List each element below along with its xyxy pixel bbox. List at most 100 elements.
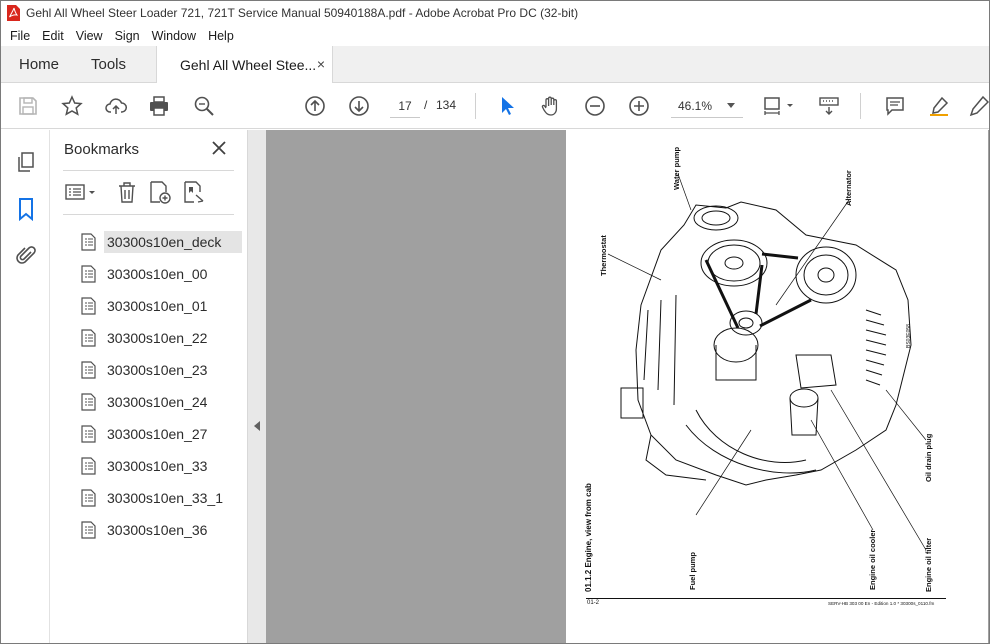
bookmark-item[interactable]: 30300s10en_27 <box>78 418 244 450</box>
bookmarks-panel-icon[interactable] <box>14 197 38 222</box>
bookmark-item[interactable]: 30300s10en_33 <box>78 450 244 482</box>
bookmark-page-icon <box>81 425 96 443</box>
divider <box>63 214 234 215</box>
main-toolbar: 17 / 134 46.1% <box>1 83 989 129</box>
label-fuel-pump: Fuel pump <box>688 552 697 590</box>
label-oil-drain-plug: Oil drain plug <box>924 433 933 482</box>
tab-tools[interactable]: Tools <box>91 46 126 83</box>
toolbar-divider-2 <box>860 93 861 119</box>
label-engine-oil-cooler: Engine oil cooler <box>868 529 877 590</box>
bookmark-label: 30300s10en_00 <box>107 266 208 282</box>
page-number-input[interactable]: 17 <box>390 94 420 118</box>
bookmark-page-icon <box>81 489 96 507</box>
select-cursor-icon[interactable] <box>495 94 519 118</box>
menu-help[interactable]: Help <box>202 29 240 43</box>
tab-home[interactable]: Home <box>19 46 59 83</box>
zoom-out-icon[interactable] <box>583 94 607 118</box>
bookmark-item[interactable]: 30300s10en_00 <box>78 258 244 290</box>
menu-file[interactable]: File <box>4 29 36 43</box>
comment-icon[interactable] <box>883 94 907 118</box>
label-alternator: Alternator <box>844 170 853 206</box>
left-icon-rail <box>1 130 50 643</box>
delete-bookmark-icon[interactable] <box>114 180 140 204</box>
chevron-down-icon <box>727 103 735 108</box>
collapse-pane-arrow-icon[interactable] <box>254 421 260 431</box>
label-thermostat: Thermostat <box>599 235 608 276</box>
document-viewport[interactable]: Water pump Alternator Thermostat BS03E05… <box>266 130 989 643</box>
toolbar-divider <box>475 93 476 119</box>
menu-window[interactable]: Window <box>146 29 202 43</box>
menu-view[interactable]: View <box>70 29 109 43</box>
bookmark-item[interactable]: 30300s10en_24 <box>78 386 244 418</box>
new-bookmark-icon[interactable] <box>147 180 173 204</box>
bookmark-page-icon <box>81 361 96 379</box>
bookmark-label: 30300s10en_24 <box>107 394 208 410</box>
bookmark-item[interactable]: 30300s10en_22 <box>78 322 244 354</box>
acrobat-logo-icon <box>6 5 20 21</box>
footer-rule <box>586 598 946 599</box>
bookmark-page-icon <box>81 393 96 411</box>
bookmark-options-icon[interactable] <box>64 180 98 204</box>
hand-tool-icon[interactable] <box>539 94 563 118</box>
save-icon[interactable] <box>16 94 40 118</box>
bookmark-search-icon[interactable] <box>181 180 207 204</box>
attachments-paperclip-icon[interactable] <box>14 244 38 268</box>
bookmark-label: 30300s10en_deck <box>104 231 242 253</box>
page-fit-icon[interactable] <box>761 94 797 118</box>
menu-bar: File Edit View Sign Window Help <box>1 25 989 46</box>
acrobat-window: Gehl All Wheel Steer Loader 721, 721T Se… <box>0 0 990 644</box>
bookmark-page-icon <box>81 297 96 315</box>
bookmark-star-icon[interactable] <box>60 94 84 118</box>
previous-page-icon[interactable] <box>303 94 327 118</box>
zoom-in-icon[interactable] <box>627 94 651 118</box>
upload-cloud-icon[interactable] <box>104 94 128 118</box>
bookmark-label: 30300s10en_33 <box>107 458 208 474</box>
bookmark-page-icon <box>81 265 96 283</box>
title-bar: Gehl All Wheel Steer Loader 721, 721T Se… <box>1 1 989 25</box>
print-icon[interactable] <box>147 94 171 118</box>
close-tab-icon[interactable]: × <box>317 56 325 72</box>
scrolling-mode-icon[interactable] <box>817 94 841 118</box>
figure-caption: 01.1.2 Engine, view from cab <box>584 483 593 592</box>
bookmark-item[interactable]: 30300s10en_01 <box>78 290 244 322</box>
tab-bar: Home Tools Gehl All Wheel Stee... × <box>1 46 989 84</box>
bookmark-item[interactable]: 30300s10en_33_1 <box>78 482 244 514</box>
divider <box>63 170 234 171</box>
menu-edit[interactable]: Edit <box>36 29 70 43</box>
bookmarks-list: 30300s10en_deck 30300s10en_00 30300s10en… <box>78 226 244 546</box>
total-pages: 134 <box>436 98 457 112</box>
bookmark-item[interactable]: 30300s10en_36 <box>78 514 244 546</box>
bookmark-page-icon <box>81 457 96 475</box>
label-side-code: BS03E058 <box>906 324 912 348</box>
menu-sign[interactable]: Sign <box>109 29 146 43</box>
tab-document[interactable]: Gehl All Wheel Stee... × <box>156 46 333 84</box>
label-engine-oil-filter: Engine oil filter <box>924 537 933 592</box>
zoom-level-select[interactable]: 46.1% <box>671 94 743 118</box>
pane-splitter[interactable] <box>247 130 266 643</box>
bookmark-label: 30300s10en_22 <box>107 330 208 346</box>
bookmark-item[interactable]: 30300s10en_deck <box>78 226 244 258</box>
label-water-pump: Water pump <box>672 146 681 190</box>
pages-thumbnails-icon[interactable] <box>14 150 38 174</box>
bookmarks-pane: Bookmarks 30300s10en_deck 30300s10en_00 … <box>50 130 247 643</box>
bookmarks-title: Bookmarks <box>64 141 140 158</box>
bookmark-page-icon <box>81 233 96 251</box>
page-separator: / <box>424 98 428 112</box>
bookmark-label: 30300s10en_33_1 <box>107 490 224 506</box>
page-footer-reference: SERV-HB 303 00 En - Edition 1.0 * 30300s… <box>828 601 935 606</box>
bookmark-page-icon <box>81 521 96 539</box>
highlight-pen-icon[interactable] <box>927 94 951 118</box>
bookmark-label: 30300s10en_27 <box>107 426 208 442</box>
zoom-level-value: 46.1% <box>678 98 713 113</box>
pdf-page: Water pump Alternator Thermostat BS03E05… <box>566 130 988 643</box>
draw-pencil-icon[interactable] <box>967 94 989 118</box>
zoom-search-icon[interactable] <box>192 94 216 118</box>
bookmark-item[interactable]: 30300s10en_23 <box>78 354 244 386</box>
bookmark-page-icon <box>81 329 96 347</box>
close-bookmarks-icon[interactable] <box>210 139 228 157</box>
bookmark-label: 30300s10en_01 <box>107 298 208 314</box>
next-page-icon[interactable] <box>347 94 371 118</box>
tab-document-label: Gehl All Wheel Stee... <box>180 57 317 73</box>
bookmark-label: 30300s10en_23 <box>107 362 208 378</box>
window-title: Gehl All Wheel Steer Loader 721, 721T Se… <box>26 6 579 20</box>
